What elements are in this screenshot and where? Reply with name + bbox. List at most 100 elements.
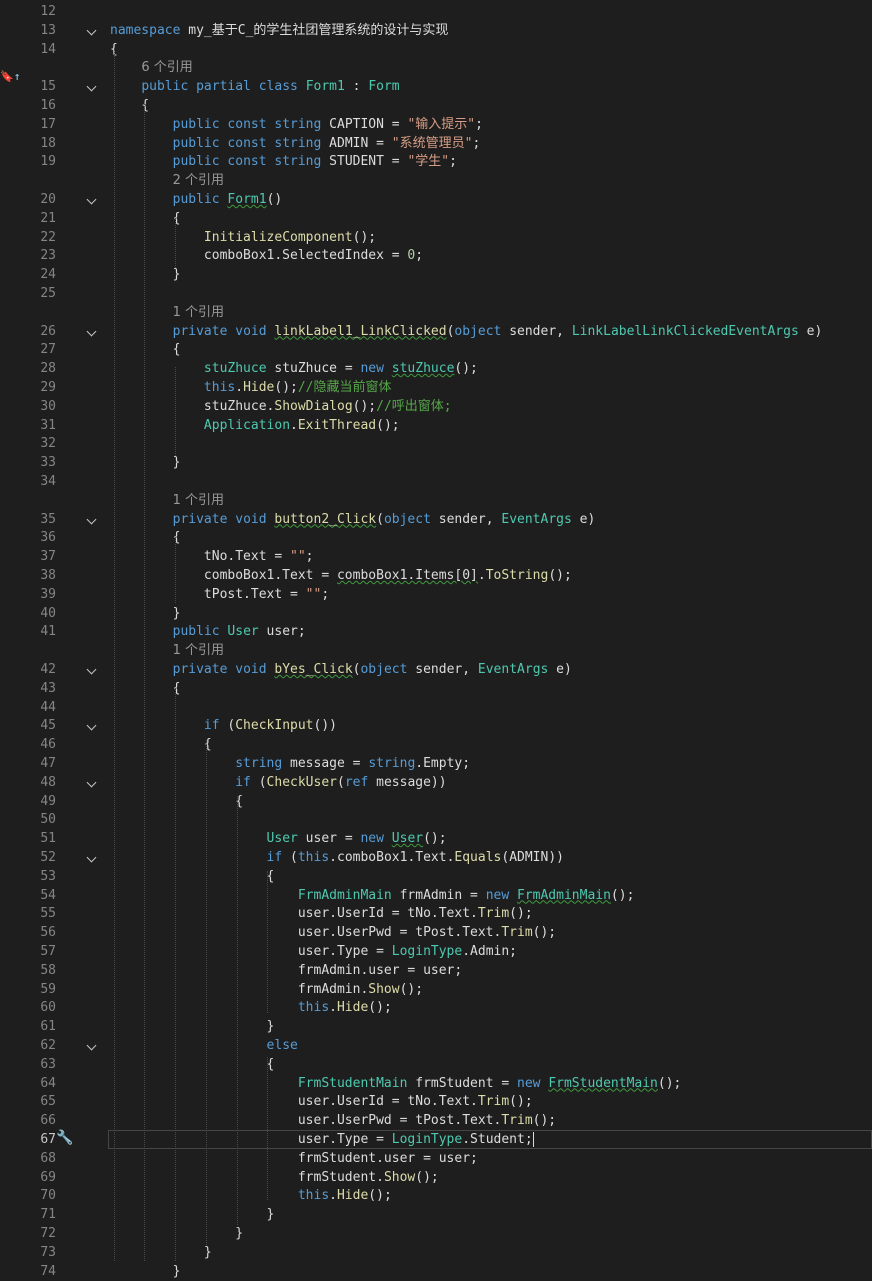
code-line[interactable]: 74 }	[0, 1262, 872, 1281]
code-line[interactable]: 73 }	[0, 1243, 872, 1262]
code-token: ;	[305, 549, 314, 565]
code-line[interactable]: 56 user.UserPwd = tPost.Text.Trim();	[0, 923, 872, 942]
code-line[interactable]: 72 }	[0, 1224, 872, 1243]
code-line[interactable]: 68 frmStudent.user = user;	[0, 1149, 872, 1168]
code-line[interactable]: 33 }	[0, 453, 872, 472]
code-line[interactable]: 59 frmAdmin.Show();	[0, 980, 872, 999]
code-token: ();	[532, 1113, 557, 1129]
code-line[interactable]: 47 string message = string.Empty;	[0, 754, 872, 773]
code-line[interactable]: 67 user.Type = LoginType.Student;	[0, 1130, 872, 1149]
reference-count-link[interactable]: 6 个引用	[141, 60, 192, 75]
code-text: 1 个引用	[110, 641, 224, 660]
fold-chevron-icon[interactable]	[86, 664, 97, 675]
code-line[interactable]: 1 个引用	[0, 303, 872, 322]
code-line[interactable]: 18 public const string ADMIN = "系统管理员";	[0, 134, 872, 153]
code-token: CheckInput	[235, 718, 314, 734]
code-line[interactable]: 70 this.Hide();	[0, 1186, 872, 1205]
code-line[interactable]: 39 tPost.Text = "";	[0, 585, 872, 604]
code-line[interactable]: 55 user.UserId = tNo.Text.Trim();	[0, 904, 872, 923]
fold-chevron-icon[interactable]	[86, 25, 97, 36]
fold-chevron-icon[interactable]	[86, 81, 97, 92]
code-line[interactable]: 48 if (CheckUser(ref message))	[0, 773, 872, 792]
code-line[interactable]: 1 个引用	[0, 491, 872, 510]
code-line[interactable]: 71 }	[0, 1205, 872, 1224]
code-line[interactable]: 50	[0, 810, 872, 829]
code-line[interactable]: 34	[0, 472, 872, 491]
code-line[interactable]: 13 namespace my_基于C_的学生社团管理系统的设计与实现	[0, 21, 872, 40]
code-line[interactable]: 20 public Form1()	[0, 190, 872, 209]
reference-count-link[interactable]: 1 个引用	[173, 643, 224, 658]
code-line[interactable]: 32	[0, 434, 872, 453]
code-line[interactable]: 63 {	[0, 1055, 872, 1074]
code-token: user.UserPwd = tPost.Text.	[110, 1113, 502, 1129]
code-line[interactable]: 14{	[0, 40, 872, 59]
fold-chevron-icon[interactable]	[86, 852, 97, 863]
code-line[interactable]: 28 stuZhuce stuZhuce = new stuZhuce();	[0, 359, 872, 378]
line-number: 41	[40, 624, 56, 640]
code-line[interactable]: 2 个引用	[0, 171, 872, 190]
code-line[interactable]: 25	[0, 284, 872, 303]
code-line[interactable]: 62 else	[0, 1036, 872, 1055]
code-line[interactable]: 42 private void bYes_Click(object sender…	[0, 660, 872, 679]
code-token: ();	[368, 1188, 392, 1204]
code-line[interactable]: 58 frmAdmin.user = user;	[0, 961, 872, 980]
code-line[interactable]: 46 {	[0, 735, 872, 754]
code-line[interactable]: 69 frmStudent.Show();	[0, 1168, 872, 1187]
bookmark-icon[interactable]: 🔖↑	[0, 70, 20, 83]
code-line[interactable]: 23 comboBox1.SelectedIndex = 0;	[0, 246, 872, 265]
code-line[interactable]: 53 {	[0, 867, 872, 886]
code-line[interactable]: 60 this.Hide();	[0, 998, 872, 1017]
fold-chevron-icon[interactable]	[86, 514, 97, 525]
code-line[interactable]: 43 {	[0, 679, 872, 698]
code-line[interactable]: 16 {	[0, 96, 872, 115]
code-line[interactable]: 57 user.Type = LoginType.Admin;	[0, 942, 872, 961]
code-line[interactable]: 44	[0, 698, 872, 717]
code-line[interactable]: 38 comboBox1.Text = comboBox1.Items[0].T…	[0, 566, 872, 585]
code-line[interactable]: 30 stuZhuce.ShowDialog();//呼出窗体;	[0, 397, 872, 416]
code-token: button2_Click	[274, 511, 377, 527]
code-token: else	[266, 1038, 298, 1053]
code-line[interactable]: 12	[0, 2, 872, 21]
reference-count-link[interactable]: 1 个引用	[173, 305, 224, 320]
code-line[interactable]: 26 private void linkLabel1_LinkClicked(o…	[0, 322, 872, 341]
code-line[interactable]: 52 if (this.comboBox1.Text.Equals(ADMIN)…	[0, 848, 872, 867]
code-token: if	[203, 718, 228, 734]
code-token: FrmStudentMain	[548, 1075, 658, 1091]
code-line[interactable]: 17 public const string CAPTION = "输入提示";	[0, 115, 872, 134]
reference-count-link[interactable]: 2 个引用	[173, 173, 224, 188]
code-line[interactable]: 64 FrmStudentMain frmStudent = new FrmSt…	[0, 1074, 872, 1093]
code-token: LoginType	[391, 944, 463, 959]
code-line[interactable]: 49 {	[0, 792, 872, 811]
code-line[interactable]: 27 {	[0, 340, 872, 359]
reference-count-link[interactable]: 1 个引用	[173, 493, 224, 508]
code-line[interactable]: 29 this.Hide();//隐藏当前窗体	[0, 378, 872, 397]
code-line[interactable]: 19 public const string STUDENT = "学生";	[0, 152, 872, 171]
fold-chevron-icon[interactable]	[86, 1040, 97, 1051]
code-line[interactable]: 31 Application.ExitThread();	[0, 416, 872, 435]
code-line[interactable]: 15 public partial class Form1 : Form	[0, 77, 872, 96]
code-line[interactable]: 51 User user = new User();	[0, 829, 872, 848]
code-line[interactable]: 36 {	[0, 528, 872, 547]
code-line[interactable]: 40 }	[0, 604, 872, 623]
code-line[interactable]: 61 }	[0, 1017, 872, 1036]
code-line[interactable]: 21 {	[0, 209, 872, 228]
code-line[interactable]: 22 InitializeComponent();	[0, 228, 872, 247]
code-line[interactable]: 54 FrmAdminMain frmAdmin = new FrmAdminM…	[0, 886, 872, 905]
code-line[interactable]: 35 private void button2_Click(object sen…	[0, 510, 872, 529]
fold-chevron-icon[interactable]	[86, 326, 97, 337]
code-line[interactable]: 45 if (CheckInput())	[0, 716, 872, 735]
line-number: 14	[40, 41, 56, 57]
fold-chevron-icon[interactable]	[86, 720, 97, 731]
code-line[interactable]: 65 user.UserId = tNo.Text.Trim();	[0, 1092, 872, 1111]
code-line[interactable]: 6 个引用	[0, 58, 872, 77]
code-line[interactable]: 1 个引用	[0, 641, 872, 660]
code-text: user.UserPwd = tPost.Text.Trim();	[110, 923, 556, 942]
code-token: }	[110, 1019, 275, 1035]
fold-chevron-icon[interactable]	[86, 777, 97, 788]
code-line[interactable]: 24 }	[0, 265, 872, 284]
code-token: this	[297, 1000, 330, 1016]
code-line[interactable]: 41 public User user;	[0, 622, 872, 641]
code-line[interactable]: 66 user.UserPwd = tPost.Text.Trim();	[0, 1111, 872, 1130]
code-line[interactable]: 37 tNo.Text = "";	[0, 547, 872, 566]
fold-chevron-icon[interactable]	[86, 194, 97, 205]
